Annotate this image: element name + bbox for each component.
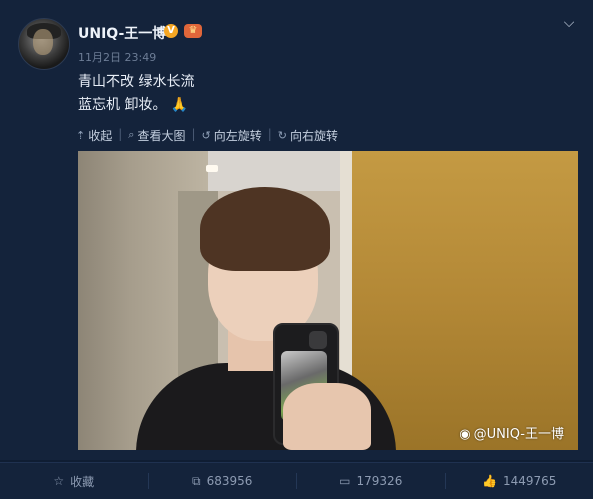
like-count: 1449765: [503, 474, 556, 488]
photo-phone-camera: [309, 331, 327, 349]
photo-person-hair: [200, 187, 330, 271]
chevron-down-icon[interactable]: ⌵: [562, 16, 576, 30]
view-large-label: 查看大图: [137, 127, 185, 144]
collapse-up-icon: ⇡: [76, 129, 85, 142]
avatar-face: [33, 29, 53, 55]
comment-button[interactable]: ▭ 179326: [297, 463, 445, 499]
comment-count: 179326: [357, 474, 403, 488]
rotate-right-label: 向右旋转: [290, 127, 338, 144]
divider: |: [118, 127, 122, 143]
rotate-left-button[interactable]: ↺ 向左旋转: [202, 127, 262, 143]
photo-hand: [283, 383, 371, 450]
image-action-bar: ⇡ 收起 | ⌕ 查看大图 | ↺ 向左旋转 | ↻ 向右旋转: [76, 127, 344, 143]
photo-watermark: ◉ @UNIQ-王一博: [459, 423, 564, 442]
post-timestamp[interactable]: 11月2日 23:49: [78, 49, 156, 65]
repost-count: 683956: [207, 474, 253, 488]
avatar[interactable]: [18, 18, 70, 70]
rotate-right-button[interactable]: ↻ 向右旋转: [278, 127, 338, 143]
verified-badge-icon: V: [164, 24, 178, 38]
crown-badge-icon: ♛: [184, 24, 202, 38]
post-text-line-1: 青山不改 绿水长流: [78, 71, 194, 91]
repost-button[interactable]: ⧉ 683956: [149, 463, 297, 499]
post-text-line-2: 蓝忘机 卸妆。🙏: [78, 94, 188, 114]
comment-icon: ▭: [339, 474, 350, 488]
collapse-label: 收起: [88, 127, 112, 144]
collapse-button[interactable]: ⇡ 收起: [76, 127, 112, 143]
view-large-button[interactable]: ⌕ 查看大图: [128, 127, 185, 143]
post-photo[interactable]: ◉ @UNIQ-王一博: [78, 151, 578, 450]
divider: |: [268, 127, 272, 143]
star-icon: ☆: [53, 474, 64, 488]
favorite-button[interactable]: ☆ 收藏: [0, 463, 148, 499]
post-footer: ☆ 收藏 ⧉ 683956 ▭ 179326 👍 1449765: [0, 462, 593, 499]
rotate-left-label: 向左旋转: [214, 127, 262, 144]
like-button[interactable]: 👍 1449765: [446, 463, 593, 499]
rotate-right-icon: ↻: [278, 129, 287, 142]
divider: |: [191, 127, 195, 143]
photo-ceiling-light: [206, 165, 218, 172]
username[interactable]: UNIQ-王一博: [78, 23, 166, 43]
repost-icon: ⧉: [192, 474, 201, 489]
rotate-left-icon: ↺: [202, 129, 211, 142]
weibo-post: UNIQ-王一博 V ♛ ⌵ 11月2日 23:49 青山不改 绿水长流 蓝忘机…: [0, 0, 593, 460]
watermark-text: @UNIQ-王一博: [474, 427, 564, 442]
zoom-icon: ⌕: [128, 128, 134, 142]
weibo-logo-icon: ◉: [459, 427, 470, 442]
post-text-line-2-content: 蓝忘机 卸妆。: [78, 97, 166, 113]
favorite-label: 收藏: [70, 473, 94, 490]
thumbs-up-icon: 👍: [482, 474, 497, 488]
folded-hands-icon: 🙏: [170, 97, 187, 113]
